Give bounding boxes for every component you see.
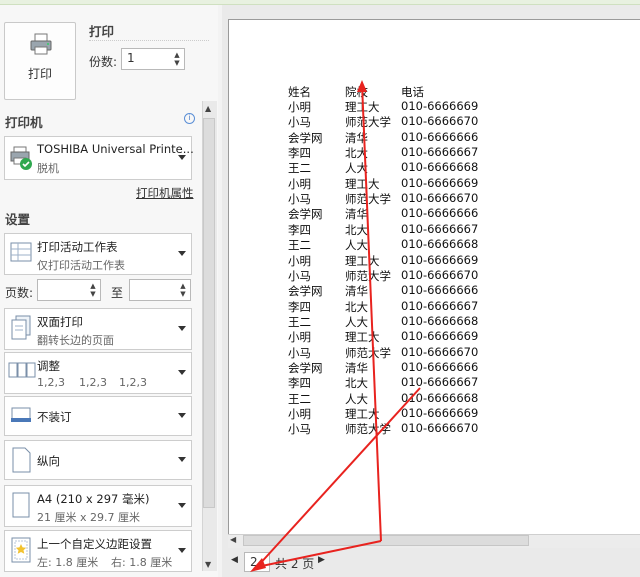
annotation-arrow-line-2: [256, 540, 382, 568]
annotation-arrow-line-3: [256, 387, 421, 568]
annotation-overlay: [250, 80, 421, 572]
annotation-arrow-line-1: [361, 83, 382, 542]
annotation-arrowhead-top: [357, 80, 367, 92]
